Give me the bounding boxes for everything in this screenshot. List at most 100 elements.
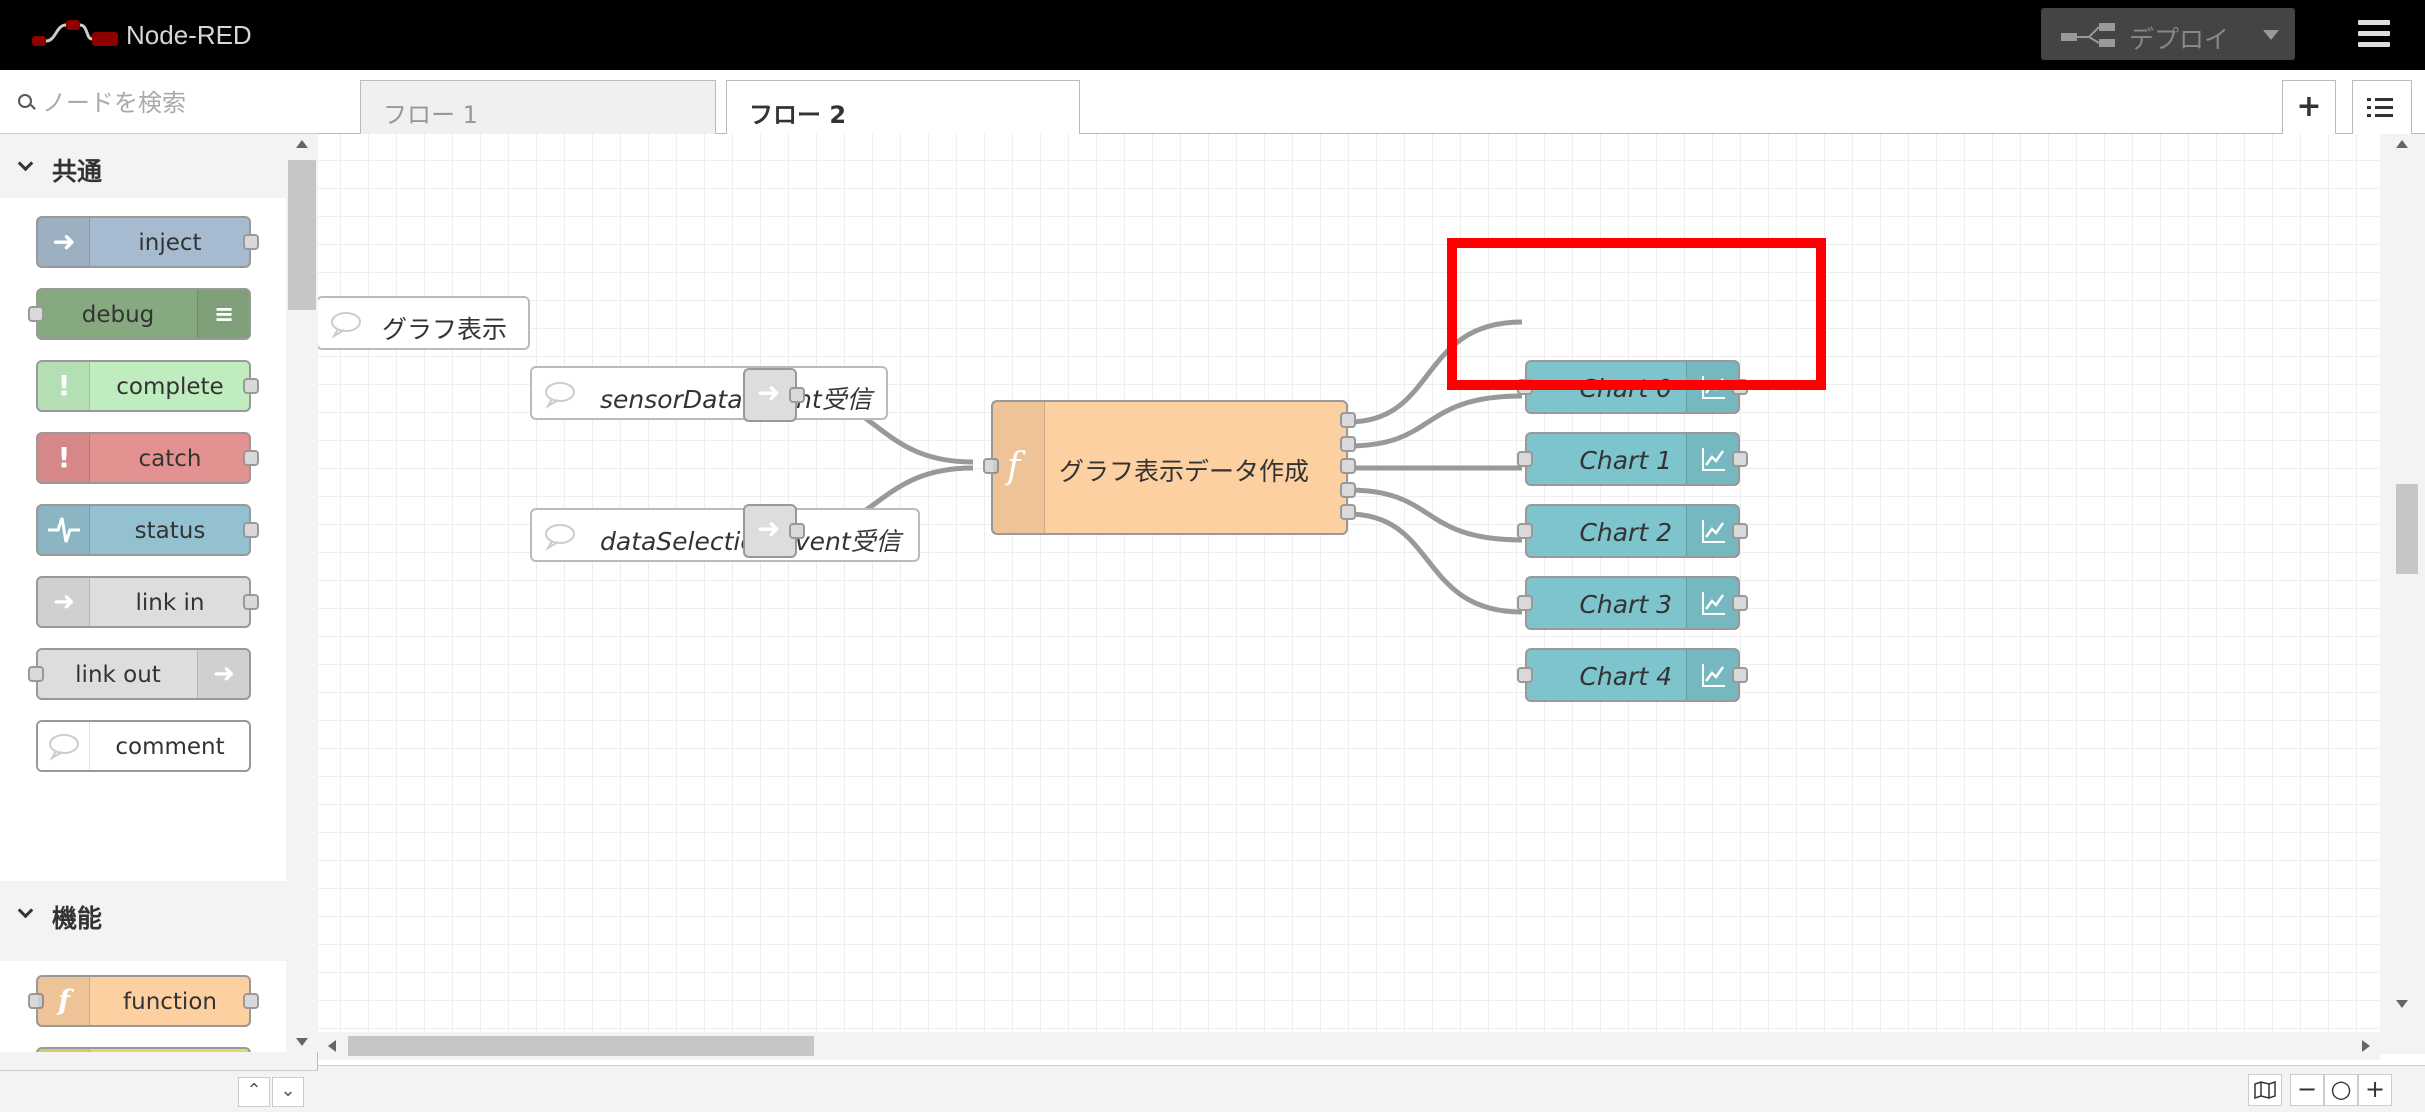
category-header-function[interactable]: 機能 bbox=[0, 881, 286, 945]
category-body-function: f function switch bbox=[0, 961, 286, 1052]
palette-search bbox=[0, 70, 318, 134]
output-port[interactable] bbox=[1340, 504, 1356, 520]
deploy-dropdown-caret-icon[interactable] bbox=[2263, 30, 2279, 40]
output-port[interactable] bbox=[1732, 523, 1748, 539]
flow-tabs-bar: フロー 1 フロー 2 + bbox=[318, 70, 2425, 136]
output-port[interactable] bbox=[243, 522, 259, 538]
wires-layer bbox=[797, 319, 1523, 615]
node-label: Chart 1 bbox=[1579, 446, 1672, 475]
output-port[interactable] bbox=[1732, 451, 1748, 467]
output-port[interactable] bbox=[1340, 436, 1356, 452]
comment-graph-display[interactable]: グラフ表示 bbox=[318, 296, 530, 350]
highlight-box bbox=[1447, 238, 1826, 390]
search-input[interactable] bbox=[42, 86, 292, 120]
scroll-left-icon[interactable] bbox=[328, 1040, 336, 1052]
list-icon: ≡ bbox=[197, 290, 249, 338]
tab-label: フロー 2 bbox=[749, 101, 847, 129]
link-icon: ➜ bbox=[197, 650, 249, 698]
link-in-node[interactable]: ➜ bbox=[743, 504, 805, 558]
output-port[interactable] bbox=[243, 378, 259, 394]
output-port[interactable] bbox=[789, 523, 805, 539]
add-flow-icon[interactable]: + bbox=[2282, 80, 2336, 134]
palette-node-catch[interactable]: ! catch bbox=[36, 432, 259, 484]
output-port[interactable] bbox=[1340, 458, 1356, 474]
scroll-up-icon[interactable] bbox=[296, 140, 308, 148]
scroll-down-icon[interactable] bbox=[2396, 1000, 2408, 1008]
output-port[interactable] bbox=[1340, 482, 1356, 498]
input-port[interactable] bbox=[1517, 595, 1533, 611]
output-port[interactable] bbox=[243, 450, 259, 466]
chart-node-4[interactable]: Chart 4 bbox=[1517, 648, 1748, 702]
canvas-horizontal-scrollbar[interactable] bbox=[318, 1032, 2380, 1060]
comment-icon bbox=[38, 722, 90, 770]
chevron-down-icon bbox=[17, 902, 34, 919]
flow-canvas[interactable]: グラフ表示 sensorData event受信 dataSelection e… bbox=[318, 134, 2380, 1054]
main-menu-icon[interactable] bbox=[2358, 20, 2390, 48]
output-port[interactable] bbox=[1732, 595, 1748, 611]
comment-sensordata-event[interactable]: sensorData event受信 bbox=[530, 366, 888, 420]
chart-node-3[interactable]: Chart 3 bbox=[1517, 576, 1748, 630]
horizontal-scroll-thumb[interactable] bbox=[348, 1036, 814, 1056]
palette-scrollbar[interactable] bbox=[286, 134, 318, 1052]
chart-icon bbox=[1686, 578, 1738, 628]
category-label: 機能 bbox=[52, 904, 103, 933]
expand-all-icon[interactable]: ⌄ bbox=[272, 1077, 304, 1107]
output-port[interactable] bbox=[243, 234, 259, 250]
input-port[interactable] bbox=[1517, 523, 1533, 539]
palette-node-link-in[interactable]: ➜ link in bbox=[36, 576, 259, 628]
zoom-in-icon[interactable]: + bbox=[2358, 1074, 2392, 1106]
deploy-button[interactable]: デプロイ bbox=[2041, 8, 2295, 60]
palette-node-complete[interactable]: ! complete bbox=[36, 360, 259, 412]
workspace-footer: − ○ + bbox=[318, 1065, 2425, 1112]
scroll-up-icon[interactable] bbox=[2396, 140, 2408, 148]
scroll-down-icon[interactable] bbox=[296, 1038, 308, 1046]
output-port[interactable] bbox=[789, 387, 805, 403]
exclamation-icon: ! bbox=[38, 434, 90, 482]
palette-node-inject[interactable]: ➜ inject bbox=[36, 216, 259, 268]
palette-node-comment[interactable]: comment bbox=[36, 720, 251, 772]
node-label: comment bbox=[115, 734, 225, 760]
category-body-common: ➜ inject debug ≡ ! complete ! catch stat… bbox=[0, 198, 286, 881]
output-port[interactable] bbox=[243, 594, 259, 610]
tab-flow-1[interactable]: フロー 1 bbox=[360, 80, 716, 135]
node-label: グラフ表示 bbox=[382, 315, 508, 344]
chart-icon bbox=[1686, 650, 1738, 700]
flow-list-button[interactable] bbox=[2352, 80, 2412, 134]
output-port[interactable] bbox=[1732, 667, 1748, 683]
function-icon: f bbox=[38, 977, 90, 1025]
output-port[interactable] bbox=[243, 993, 259, 1009]
chart-node-2[interactable]: Chart 2 bbox=[1517, 504, 1748, 558]
palette-node-switch[interactable]: switch bbox=[36, 1047, 251, 1052]
node-label: inject bbox=[138, 230, 202, 256]
zoom-out-icon[interactable]: − bbox=[2290, 1074, 2324, 1106]
function-node-graph-data[interactable]: f グラフ表示データ作成 bbox=[983, 400, 1356, 535]
canvas-vertical-scrollbar[interactable] bbox=[2380, 134, 2425, 1054]
comment-icon bbox=[545, 524, 575, 551]
link-in-node[interactable]: ➜ bbox=[743, 368, 805, 422]
search-icon bbox=[18, 94, 32, 108]
scroll-right-icon[interactable] bbox=[2362, 1040, 2370, 1052]
palette-node-function[interactable]: f function bbox=[28, 975, 259, 1027]
node-palette: 共通 ➜ inject debug ≡ ! complete bbox=[0, 70, 318, 1112]
zoom-reset-icon[interactable]: ○ bbox=[2324, 1074, 2358, 1106]
chart-node-1[interactable]: Chart 1 bbox=[1517, 432, 1748, 486]
comment-dataselection-event[interactable]: dataSelection event受信 bbox=[530, 508, 920, 562]
switch-icon bbox=[38, 1049, 90, 1052]
palette-node-status[interactable]: status bbox=[36, 504, 259, 556]
tab-flow-2[interactable]: フロー 2 bbox=[726, 80, 1080, 136]
vertical-scroll-thumb[interactable] bbox=[2396, 484, 2418, 574]
app-title: Node-RED bbox=[126, 20, 252, 50]
node-label: status bbox=[134, 518, 206, 544]
category-header-common[interactable]: 共通 bbox=[0, 134, 286, 198]
workspace: フロー 1 フロー 2 + グラフ表示 sensorData event受信 d… bbox=[318, 70, 2425, 1112]
palette-scroll-thumb[interactable] bbox=[288, 160, 316, 310]
input-port[interactable] bbox=[1517, 667, 1533, 683]
output-port[interactable] bbox=[1340, 412, 1356, 428]
node-red-logo-icon bbox=[32, 20, 118, 46]
collapse-all-icon[interactable]: ⌃ bbox=[238, 1077, 270, 1107]
input-port[interactable] bbox=[1517, 451, 1533, 467]
palette-node-link-out[interactable]: link out ➜ bbox=[28, 648, 251, 700]
palette-node-debug[interactable]: debug ≡ bbox=[28, 288, 251, 340]
navigator-map-icon[interactable] bbox=[2248, 1074, 2282, 1106]
deploy-label: デプロイ bbox=[2129, 25, 2230, 54]
